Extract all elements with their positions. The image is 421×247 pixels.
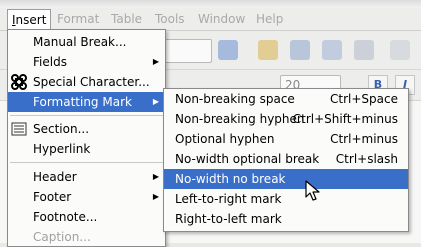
menu-table[interactable]: Table [107, 10, 146, 28]
menu-format[interactable]: Format [53, 10, 103, 28]
shortcut-label: Ctrl+minus [330, 132, 398, 146]
submenu-item-non-breaking-hyphen[interactable]: Non-breaking hyphen Ctrl+Shift+minus [164, 109, 408, 129]
menu-tools[interactable]: Tools [151, 10, 189, 28]
mouse-pointer-icon [305, 180, 320, 201]
submenu-item-non-breaking-space[interactable]: Non-breaking space Ctrl+Space [164, 89, 408, 109]
menu-item-section[interactable]: Section... [8, 119, 165, 139]
submenu-item-label: Non-breaking space [175, 92, 295, 106]
menu-item-label: Header [33, 170, 77, 184]
menu-item-caption: Caption... [8, 227, 165, 247]
menu-item-special-character[interactable]: Special Character... [8, 72, 165, 92]
menu-item-label: Hyperlink [33, 142, 91, 156]
menu-item-label: Footnote... [33, 210, 98, 224]
shortcut-label: Ctrl+Space [330, 92, 398, 106]
menu-item-label: Footer [33, 190, 72, 204]
submenu-item-label: Left-to-right mark [175, 192, 282, 206]
save-icon[interactable] [290, 40, 310, 60]
menu-item-label: Formatting Mark [33, 95, 132, 109]
submenu-item-no-width-no-break[interactable]: No-width no break [164, 169, 408, 189]
submenu-item-label: Right-to-left mark [175, 212, 282, 226]
menu-item-label: Fields [33, 55, 67, 69]
submenu-item-label: No-width optional break [175, 152, 320, 166]
menu-item-label: Special Character... [33, 75, 150, 89]
menu-item-header[interactable]: Header ▶ [8, 167, 165, 187]
menu-separator [10, 162, 163, 163]
submenu-arrow-icon: ▶ [152, 97, 159, 106]
menu-item-manual-break[interactable]: Manual Break... [8, 32, 165, 52]
special-character-icon [11, 74, 27, 90]
menu-window[interactable]: Window [194, 10, 249, 28]
style-combo[interactable] [160, 39, 212, 63]
menu-help[interactable]: Help [252, 10, 287, 28]
menu-item-footnote[interactable]: Footnote... [8, 207, 165, 227]
menu-item-formatting-mark[interactable]: Formatting Mark ▶ [8, 92, 165, 112]
submenu-item-optional-hyphen[interactable]: Optional hyphen Ctrl+minus [164, 129, 408, 149]
export-icon[interactable] [390, 40, 410, 60]
shortcut-label: Ctrl+slash [335, 152, 398, 166]
submenu-arrow-icon: ▶ [152, 192, 159, 201]
menu-separator [10, 115, 163, 116]
edit-icon[interactable] [354, 40, 374, 60]
submenu-item-right-to-left-mark[interactable]: Right-to-left mark [164, 209, 408, 229]
title-bar [0, 0, 421, 8]
section-icon [11, 122, 27, 136]
submenu-item-label: Non-breaking hyphen [175, 112, 305, 126]
menu-item-footer[interactable]: Footer ▶ [8, 187, 165, 207]
formatting-mark-submenu: Non-breaking space Ctrl+Space Non-breaki… [163, 88, 409, 232]
menu-bar: Insert Format Table Tools Window Help [0, 8, 421, 31]
shortcut-label: Ctrl+Shift+minus [292, 112, 398, 126]
submenu-item-no-width-optional-break[interactable]: No-width optional break Ctrl+slash [164, 149, 408, 169]
open-folder-icon[interactable] [258, 40, 278, 60]
menu-item-label: Manual Break... [33, 35, 127, 49]
submenu-arrow-icon: ▶ [152, 57, 159, 66]
new-document-icon[interactable] [218, 40, 238, 60]
menu-item-label: Section... [33, 122, 90, 136]
submenu-item-label: No-width no break [175, 172, 286, 186]
email-icon[interactable] [322, 40, 342, 60]
menu-item-hyperlink[interactable]: Hyperlink [8, 139, 165, 159]
menu-insert[interactable]: Insert [7, 9, 52, 30]
submenu-item-label: Optional hyphen [175, 132, 275, 146]
submenu-item-left-to-right-mark[interactable]: Left-to-right mark [164, 189, 408, 209]
submenu-arrow-icon: ▶ [152, 172, 159, 181]
insert-menu: Manual Break... Fields ▶ Special Charact… [7, 29, 166, 247]
menu-item-label: Caption... [33, 230, 91, 244]
menu-item-fields[interactable]: Fields ▶ [8, 52, 165, 72]
